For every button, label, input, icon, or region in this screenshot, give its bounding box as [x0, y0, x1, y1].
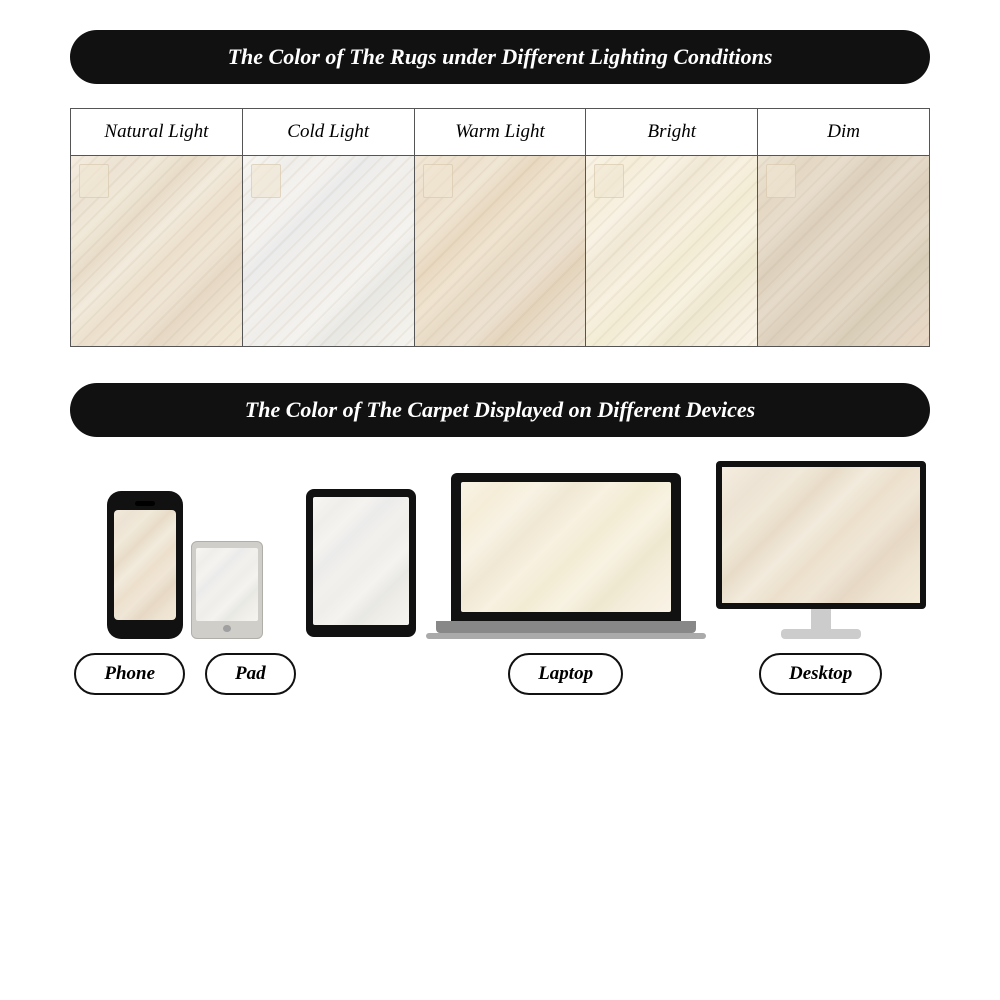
col-header-bright: Bright	[586, 109, 758, 156]
pad-label: Pad	[205, 653, 296, 695]
laptop-screen	[461, 482, 671, 612]
phone-notch	[135, 501, 155, 506]
monitor-device	[716, 461, 926, 639]
pad-screen-small	[196, 548, 258, 621]
col-header-dim: Dim	[758, 109, 930, 156]
laptop-screen-part	[451, 473, 681, 621]
lighting-table: Natural Light Cold Light Warm Light Brig…	[70, 108, 930, 347]
rug-cell-warm	[414, 156, 586, 347]
laptop-label: Laptop	[508, 653, 623, 695]
phone-pad-devices	[107, 491, 263, 639]
col-header-warm: Warm Light	[414, 109, 586, 156]
phone-pad-group: Phone Pad	[74, 491, 295, 695]
laptop-wrapper: Laptop	[426, 473, 706, 695]
phone-device	[107, 491, 183, 639]
rug-cell-bright	[586, 156, 758, 347]
rug-cell-cold	[242, 156, 414, 347]
tablet-wrapper	[306, 489, 416, 695]
devices-grid: Phone Pad	[70, 461, 930, 695]
devices-section-title: The Color of The Carpet Displayed on Dif…	[70, 383, 930, 437]
tablet-screen	[313, 497, 409, 625]
lighting-section-title: The Color of The Rugs under Different Li…	[70, 30, 930, 84]
phone-label: Phone	[74, 653, 185, 695]
monitor-screen	[722, 467, 920, 603]
col-header-natural: Natural Light	[71, 109, 243, 156]
laptop-device	[426, 473, 706, 639]
rug-cell-dim	[758, 156, 930, 347]
monitor-stand-base	[781, 629, 861, 639]
page-root: The Color of The Rugs under Different Li…	[0, 0, 1000, 1000]
pad-device-small	[191, 541, 263, 639]
laptop-base	[436, 621, 696, 633]
phone-screen	[114, 510, 176, 620]
devices-section: The Color of The Carpet Displayed on Dif…	[70, 383, 930, 715]
desktop-wrapper: Desktop	[716, 461, 926, 695]
rug-cell-natural	[71, 156, 243, 347]
monitor-stand-neck	[811, 609, 831, 629]
desktop-label: Desktop	[759, 653, 882, 695]
laptop-foot	[426, 633, 706, 639]
monitor-screen-part	[716, 461, 926, 609]
pad-home-button	[223, 625, 231, 632]
tablet-device	[306, 489, 416, 637]
col-header-cold: Cold Light	[242, 109, 414, 156]
